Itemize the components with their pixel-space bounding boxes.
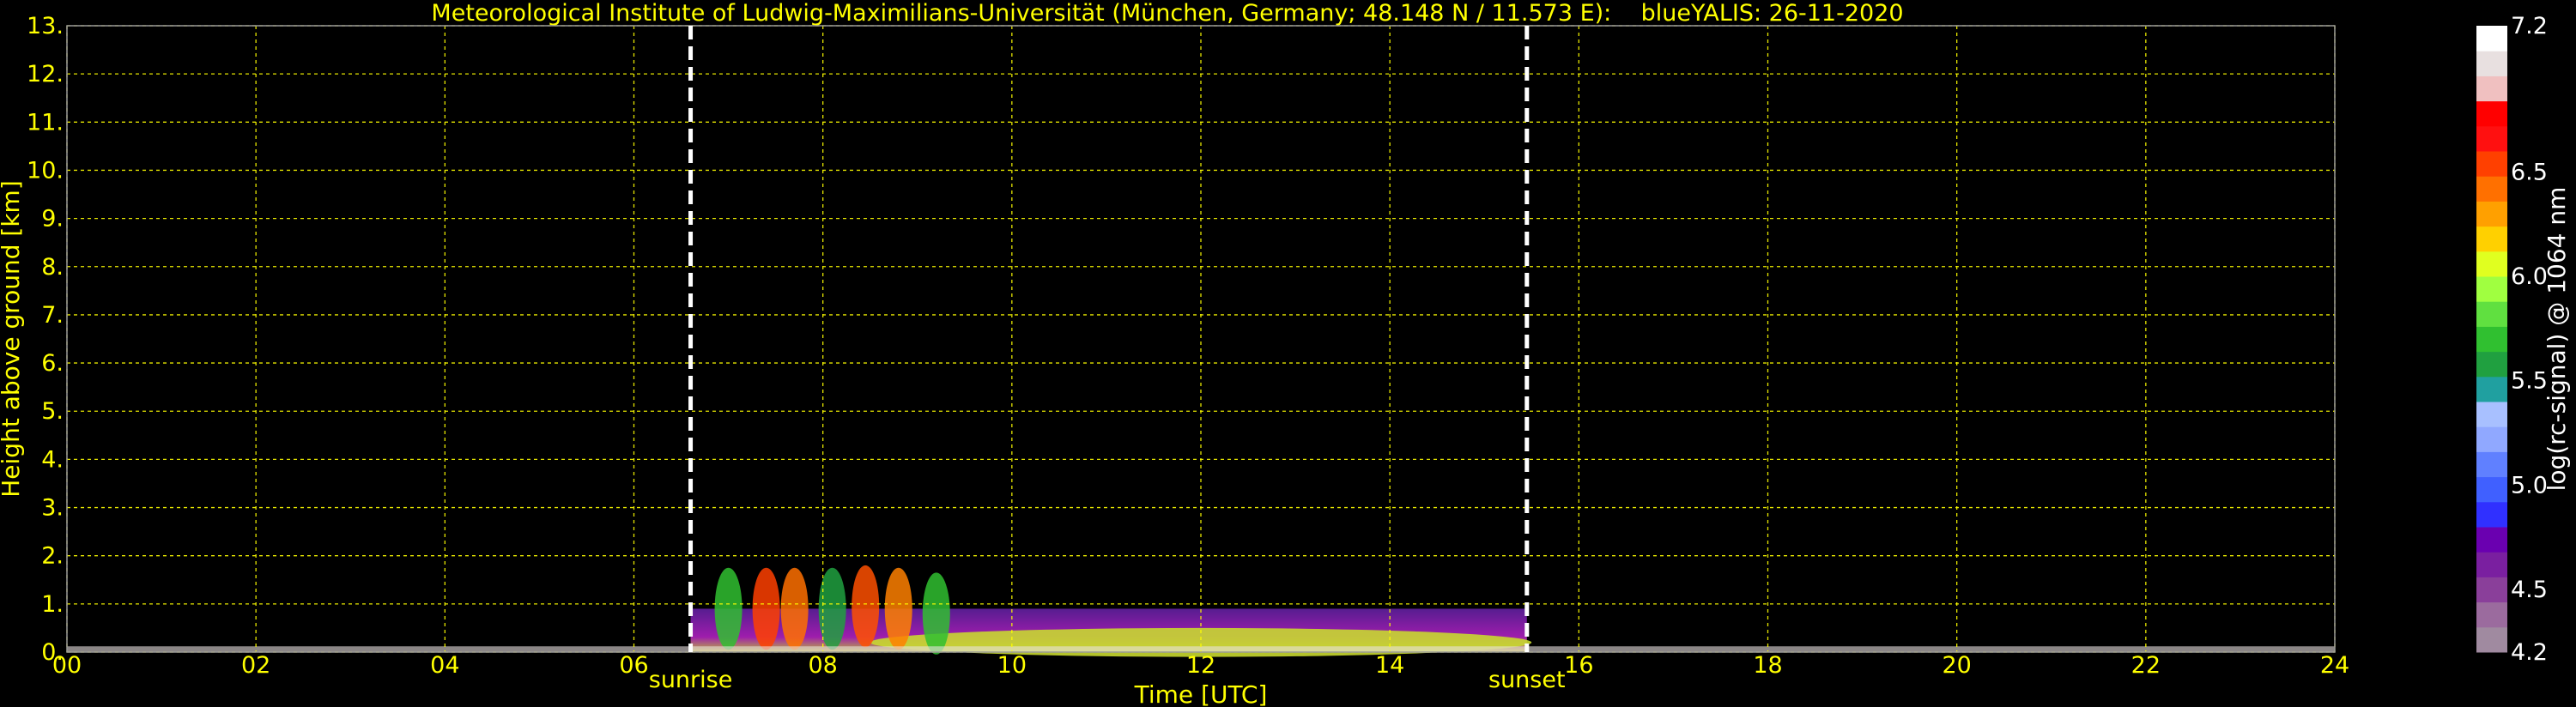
colorbar-segment <box>2476 326 2507 353</box>
x-tick-label: 12 <box>1186 652 1215 679</box>
x-tick-label: 06 <box>619 652 648 679</box>
y-tick-label: 7. <box>41 302 64 329</box>
night-field-evening <box>1526 26 2335 652</box>
x-tick-label: 10 <box>997 652 1027 679</box>
x-tick-label: 22 <box>2131 652 2161 679</box>
colorbar-segment <box>2476 426 2507 452</box>
y-tick-label: 13. <box>27 13 64 39</box>
cloud-feature <box>884 567 912 650</box>
lidar-figure: sunrise sunset0.1.2.3.4.5.6.7.8.9.10.11.1… <box>0 13 2571 707</box>
colorbar-segment <box>2476 176 2507 202</box>
colorbar-segment <box>2476 201 2507 227</box>
y-tick-label: 6. <box>41 350 64 377</box>
colorbar-segment <box>2476 527 2507 553</box>
y-tick-label: 9. <box>41 206 64 233</box>
colorbar-tick-label: 6.5 <box>2511 159 2548 185</box>
colorbar-tick-label: 7.2 <box>2511 13 2548 39</box>
colorbar: 4.24.55.05.56.06.57.2log(rc-signal) @ 10… <box>2476 13 2571 666</box>
colorbar-label: log(rc-signal) @ 1064 nm <box>2543 187 2571 492</box>
x-tick-label: 24 <box>2320 652 2349 679</box>
x-tick-label: 02 <box>241 652 270 679</box>
colorbar-segment <box>2476 601 2507 628</box>
night-dark-layer <box>67 584 691 648</box>
night-field-morning <box>67 26 691 652</box>
colorbar-segment <box>2476 577 2507 603</box>
x-tick-label: 14 <box>1375 652 1404 679</box>
y-tick-label: 12. <box>27 61 64 88</box>
y-tick-label: 5. <box>41 398 64 425</box>
x-axis-label: Time [UTC] <box>1134 680 1268 707</box>
x-tick-label: 16 <box>1564 652 1593 679</box>
cloud-feature <box>852 565 880 648</box>
colorbar-segment <box>2476 301 2507 327</box>
colorbar-segment <box>2476 26 2507 51</box>
y-axis-label: Height above ground [km] <box>0 180 25 498</box>
colorbar-segment <box>2476 125 2507 152</box>
colorbar-segment <box>2476 626 2507 653</box>
colorbar-segment <box>2476 100 2507 127</box>
colorbar-segment <box>2476 151 2507 177</box>
sunset-label: sunset <box>1488 667 1566 693</box>
night-dark-layer <box>1607 584 2335 648</box>
colorbar-segment <box>2476 276 2507 302</box>
colorbar-segment <box>2476 76 2507 102</box>
cloud-feature <box>714 567 742 650</box>
y-tick-label: 3. <box>41 495 64 522</box>
colorbar-segment <box>2476 501 2507 528</box>
colorbar-segment <box>2476 552 2507 577</box>
x-tick-label: 18 <box>1753 652 1782 679</box>
y-tick-label: 1. <box>41 591 64 618</box>
x-tick-label: 20 <box>1942 652 1971 679</box>
colorbar-tick-label: 4.2 <box>2511 639 2548 666</box>
y-tick-label: 2. <box>41 543 64 570</box>
cloud-feature <box>922 572 950 655</box>
y-tick-label: 4. <box>41 446 64 473</box>
colorbar-tick-label: 4.5 <box>2511 577 2548 603</box>
y-tick-label: 8. <box>41 254 64 281</box>
sunrise-label: sunrise <box>649 667 733 693</box>
colorbar-segment <box>2476 351 2507 378</box>
colorbar-segment <box>2476 376 2507 402</box>
y-tick-label: 10. <box>27 157 64 184</box>
x-tick-label: 08 <box>808 652 837 679</box>
colorbar-segment <box>2476 402 2507 427</box>
colorbar-segment <box>2476 51 2507 76</box>
cloud-feature <box>780 567 809 650</box>
x-tick-label: 00 <box>52 652 82 679</box>
cloud-feature <box>752 567 780 650</box>
colorbar-segment <box>2476 251 2507 277</box>
colorbar-segment <box>2476 451 2507 478</box>
y-tick-label: 11. <box>27 109 64 136</box>
colorbar-segment <box>2476 226 2507 252</box>
day-field <box>690 26 1527 652</box>
x-tick-label: 04 <box>430 652 459 679</box>
colorbar-segment <box>2476 476 2507 503</box>
